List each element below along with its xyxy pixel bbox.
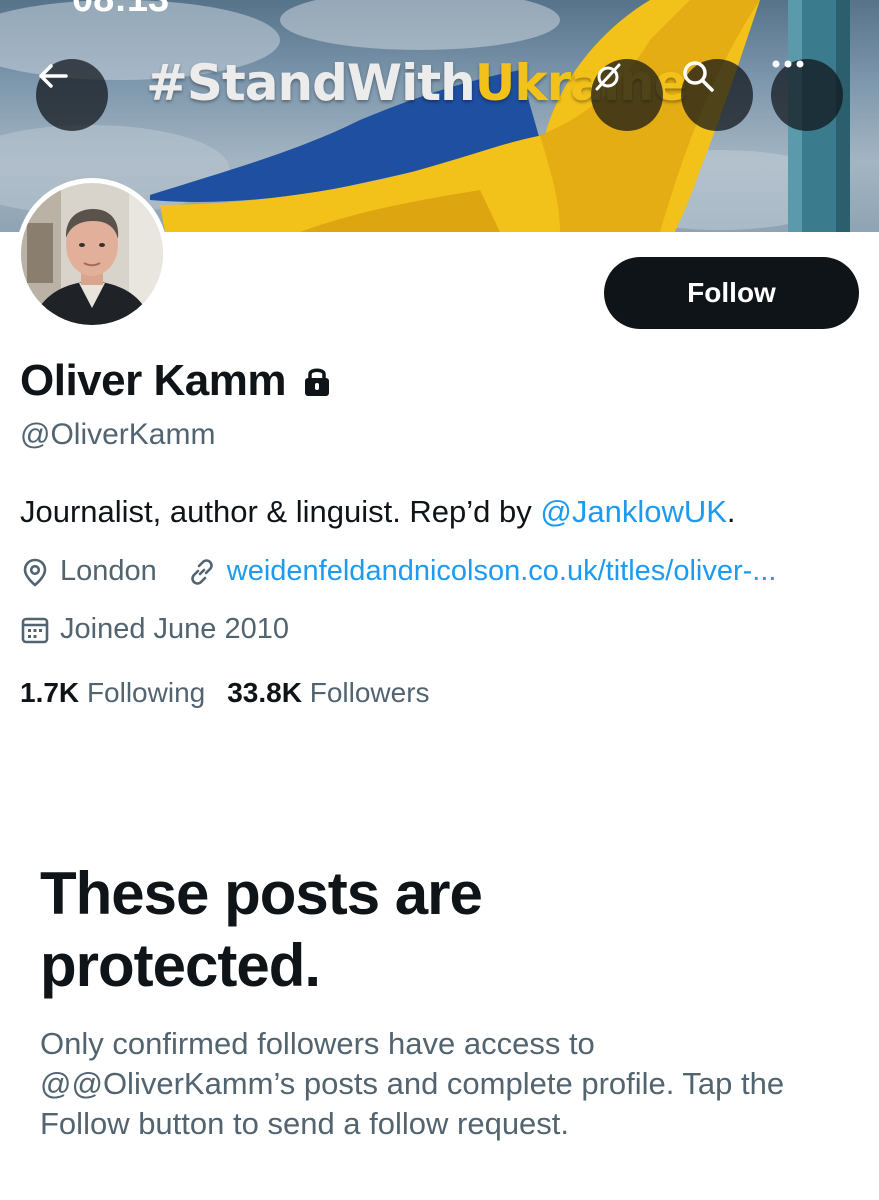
more-dots-icon (772, 60, 804, 68)
avatar[interactable] (16, 178, 168, 330)
status-bar-time: 08:13 (72, 0, 169, 21)
location-website-row: London weidenfeldandnicolson.co.uk/title… (20, 555, 776, 588)
followers-count: 33.8K (227, 677, 302, 708)
back-button[interactable] (36, 59, 108, 131)
website-link[interactable]: weidenfeldandnicolson.co.uk/titles/olive… (227, 555, 777, 588)
bio-end: . (726, 494, 736, 529)
protected-posts-title: These posts are protected. (40, 860, 483, 999)
profile-photo (21, 183, 163, 325)
arrow-left-icon (39, 64, 68, 88)
follow-stats: 1.7K Following 33.8K Followers (20, 677, 452, 709)
search-button[interactable] (681, 59, 753, 131)
avatar-photo (21, 183, 163, 325)
lock-icon (302, 364, 332, 398)
location-pin-icon (20, 557, 50, 587)
link-icon (187, 557, 217, 587)
following-count: 1.7K (20, 677, 80, 708)
search-icon (683, 61, 714, 92)
handle: @OliverKamm (20, 418, 216, 451)
followers-stat[interactable]: 33.8K Followers (227, 677, 429, 709)
joined-text: Joined June 2010 (60, 613, 289, 645)
followers-label: Followers (309, 677, 430, 708)
location-text: London (60, 555, 157, 587)
more-button[interactable] (771, 59, 843, 131)
name-row: Oliver Kamm (20, 356, 332, 406)
display-name: Oliver Kamm (20, 356, 286, 405)
calendar-icon (20, 615, 50, 645)
bell-off-icon (595, 63, 621, 91)
hashtag-prefix: #StandWith (146, 54, 476, 112)
bio: Journalist, author & linguist. Rep’d by … (20, 494, 736, 530)
bio-text: Journalist, author & linguist. Rep’d by (20, 494, 541, 529)
protected-posts-description: Only confirmed followers have access to … (40, 1026, 785, 1141)
follow-button[interactable]: Follow (604, 257, 859, 329)
bio-mention-link[interactable]: @JanklowUK (540, 494, 727, 529)
following-stat[interactable]: 1.7K Following (20, 677, 205, 709)
joined-row: Joined June 2010 (20, 613, 289, 646)
mute-notifications-button[interactable] (591, 59, 663, 131)
following-label: Following (86, 677, 206, 708)
